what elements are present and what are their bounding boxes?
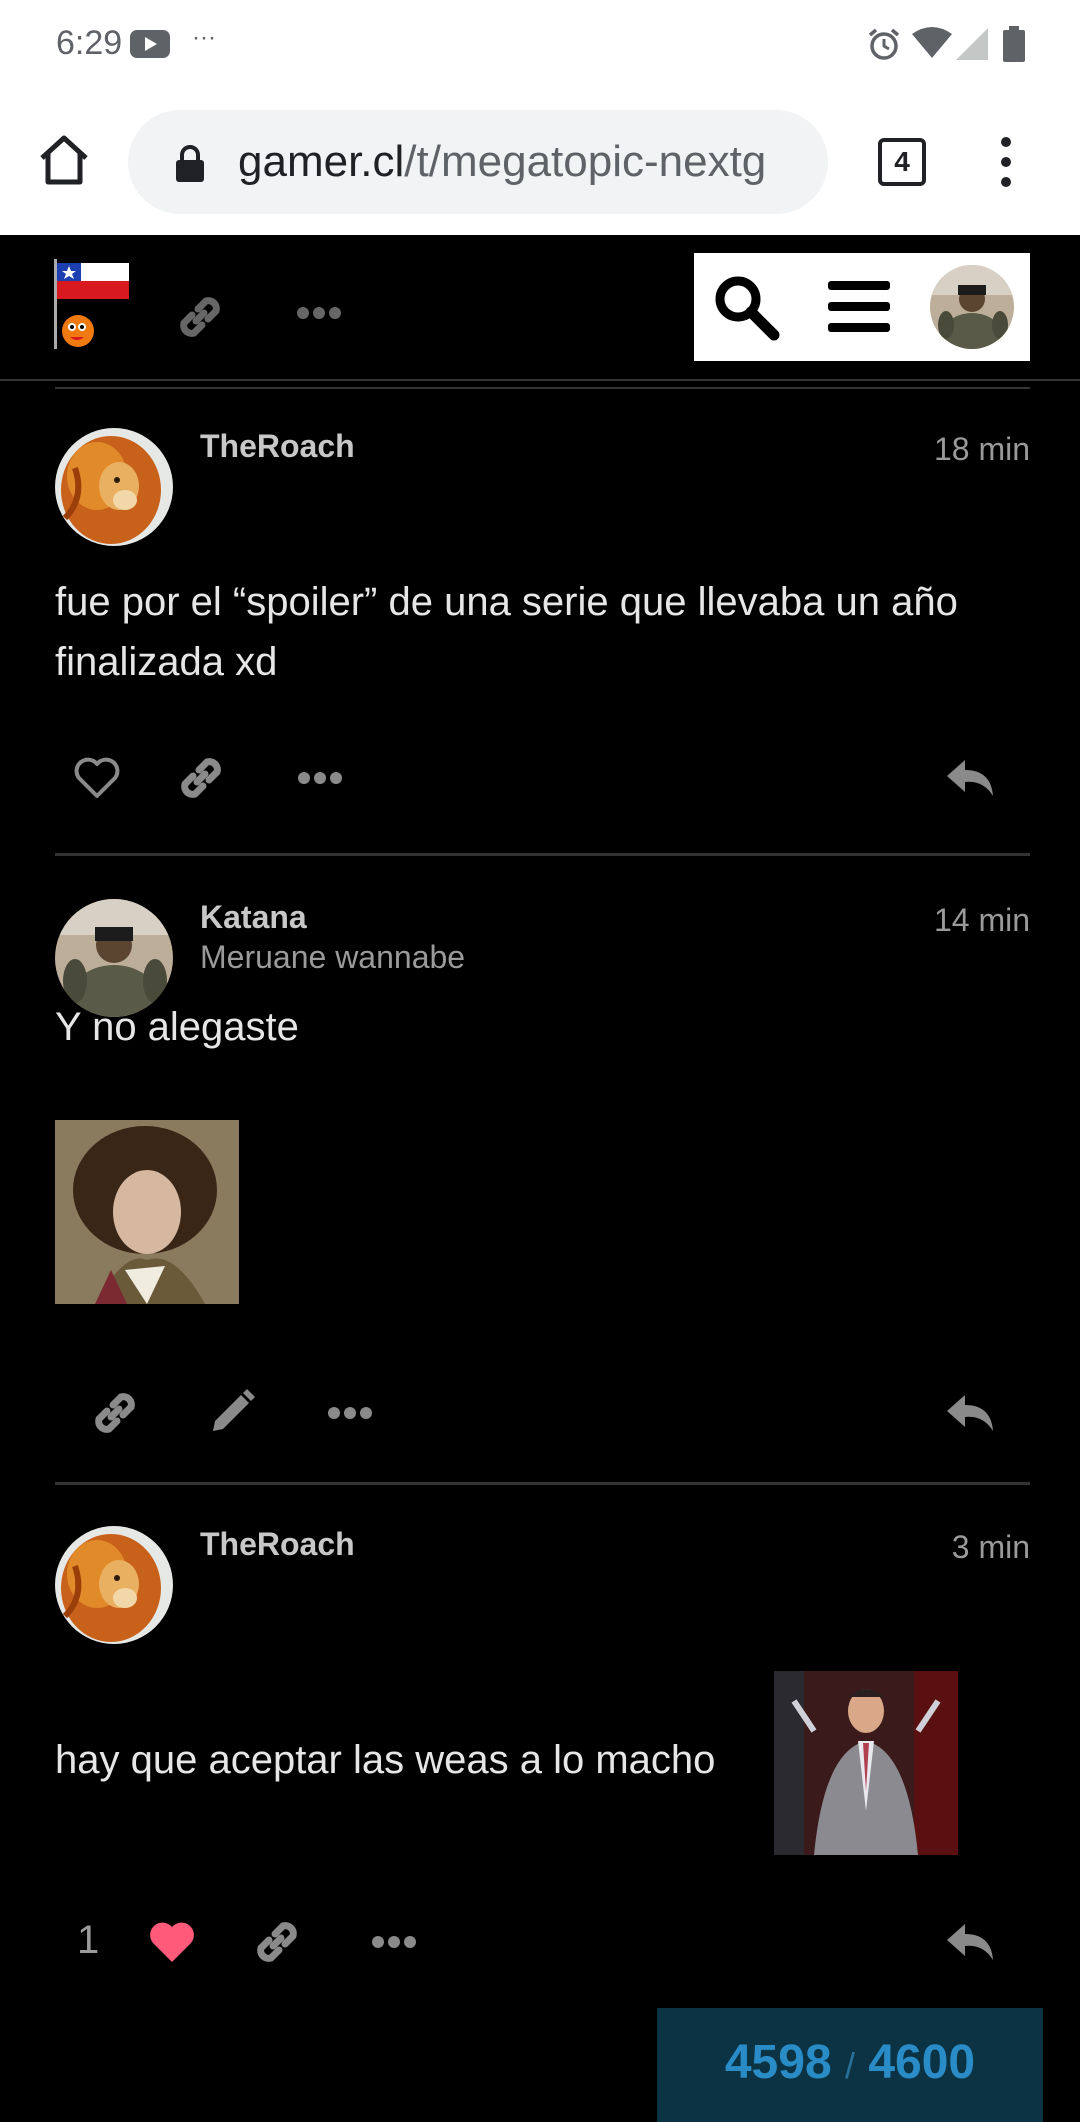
post-more-icon[interactable] xyxy=(371,1934,417,1950)
share-link-icon[interactable] xyxy=(175,752,227,804)
hamburger-menu-icon[interactable] xyxy=(828,281,890,333)
post-2: Katana Meruane wannabe 14 min Y no alega… xyxy=(55,899,1030,1479)
status-bar: 6:29 ··· xyxy=(0,0,1080,90)
topic-progress[interactable]: 4598 / 4600 xyxy=(657,2008,1043,2122)
url-path: /t/megatopic-nextg xyxy=(404,137,767,186)
user-avatar[interactable] xyxy=(930,265,1014,349)
more-options-icon[interactable] xyxy=(296,305,342,321)
post-separator xyxy=(55,1482,1030,1485)
address-bar[interactable]: gamer.cl/t/megatopic-nextg xyxy=(128,110,828,214)
edit-pencil-icon[interactable] xyxy=(207,1387,257,1437)
link-icon[interactable] xyxy=(174,291,226,343)
lock-icon xyxy=(176,145,204,182)
share-link-icon[interactable] xyxy=(89,1387,141,1439)
search-icon[interactable] xyxy=(712,273,780,341)
post-more-icon[interactable] xyxy=(327,1405,373,1421)
post-age[interactable]: 14 min xyxy=(934,902,1030,939)
liked-heart-icon[interactable] xyxy=(147,1920,197,1964)
post-separator xyxy=(55,853,1030,856)
reply-icon[interactable] xyxy=(945,758,995,798)
signal-icon xyxy=(956,28,988,60)
post-3: TheRoach 3 min hay que aceptar las weas … xyxy=(55,1526,1030,2006)
notification-dots: ··· xyxy=(192,24,216,51)
post-age[interactable]: 3 min xyxy=(952,1529,1030,1566)
browser-toolbar: gamer.cl/t/megatopic-nextg 4 xyxy=(0,90,1080,236)
lion-avatar[interactable] xyxy=(55,1526,173,1644)
header-controls xyxy=(694,253,1030,361)
site-logo[interactable] xyxy=(50,257,132,353)
progress-total: 4600 xyxy=(868,2036,976,2089)
home-icon[interactable] xyxy=(36,132,92,188)
wifi-icon xyxy=(912,27,952,58)
post-author[interactable]: TheRoach xyxy=(200,1526,355,1563)
post-age[interactable]: 18 min xyxy=(934,431,1030,468)
post-more-icon[interactable] xyxy=(297,770,343,786)
kebab-menu-icon[interactable] xyxy=(990,134,1022,190)
url-domain: gamer.cl xyxy=(238,137,405,186)
like-icon[interactable] xyxy=(73,756,121,800)
lion-avatar[interactable] xyxy=(55,428,173,546)
post-separator xyxy=(55,387,1030,389)
post-author[interactable]: TheRoach xyxy=(200,428,355,465)
progress-separator: / xyxy=(844,2045,855,2086)
tab-switcher-button[interactable]: 4 xyxy=(878,138,926,186)
url-text: gamer.cl/t/megatopic-nextg xyxy=(238,137,766,187)
youtube-notification-icon xyxy=(130,30,170,58)
post-author[interactable]: Katana xyxy=(200,899,307,936)
post-image[interactable] xyxy=(55,1120,239,1304)
post-text: Y no alegaste xyxy=(55,1005,299,1049)
reply-icon[interactable] xyxy=(945,1922,995,1962)
share-link-icon[interactable] xyxy=(251,1916,303,1968)
alarm-icon xyxy=(868,28,900,60)
status-time: 6:29 xyxy=(56,24,123,62)
site-header xyxy=(0,235,1080,381)
post-1: TheRoach 18 min fue por el “spoiler” de … xyxy=(55,428,1030,848)
battery-icon xyxy=(1003,26,1025,62)
post-text: fue por el “spoiler” de una serie que ll… xyxy=(55,580,958,684)
post-gif-image[interactable] xyxy=(774,1671,958,1855)
reply-icon[interactable] xyxy=(945,1393,995,1433)
user-title: Meruane wannabe xyxy=(200,939,466,975)
like-count[interactable]: 1 xyxy=(77,1918,99,1963)
progress-current: 4598 xyxy=(724,2036,832,2089)
post-text: hay que aceptar las weas a lo macho xyxy=(55,1738,716,1782)
